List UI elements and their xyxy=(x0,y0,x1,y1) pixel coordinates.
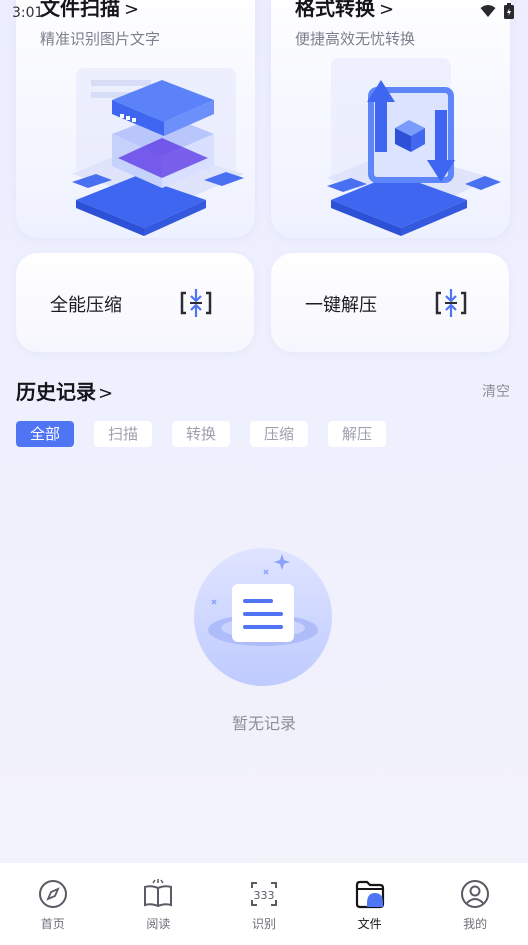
compass-icon xyxy=(38,880,67,908)
compress-icon xyxy=(180,289,212,317)
nav-label-home: 首页 xyxy=(40,917,65,931)
clear-button[interactable]: 清空 xyxy=(482,381,510,401)
battery-icon xyxy=(504,3,514,19)
status-bar: 3:01 xyxy=(0,0,528,24)
filter-tab-scan[interactable]: 扫描 xyxy=(94,421,152,447)
filter-tab-compress[interactable]: 压缩 xyxy=(250,421,308,447)
extract-label: 一键解压 xyxy=(305,295,377,316)
filter-tab-extract[interactable]: 解压 xyxy=(328,421,386,447)
extract-tool-card[interactable]: 一键解压 xyxy=(271,253,509,352)
filter-tabs: 全部 扫描 转换 压缩 解压 xyxy=(16,421,386,447)
profile-icon xyxy=(461,880,490,908)
nav-item-home[interactable]: 首页 xyxy=(0,863,106,945)
nav-item-recognize[interactable]: 333 识别 xyxy=(211,863,317,945)
nav-label-files: 文件 xyxy=(357,917,382,931)
scan-feature-card[interactable]: 文件扫描 > 精准识别图片文字 xyxy=(16,0,255,238)
empty-state-text: 暂无记录 xyxy=(231,714,296,733)
nav-item-profile[interactable]: 我的 xyxy=(422,863,528,945)
nav-label-recognize: 识别 xyxy=(251,917,276,931)
empty-document-icon xyxy=(194,548,332,686)
nav-item-files[interactable]: 文件 xyxy=(317,863,423,945)
status-time: 3:01 xyxy=(12,5,44,21)
convert-feature-card[interactable]: 格式转换 > 便捷高效无忧转换 xyxy=(271,0,510,238)
scan-illustration-icon xyxy=(72,68,244,236)
recognize-icon: 333 xyxy=(250,882,277,906)
scan-card-subtitle: 精准识别图片文字 xyxy=(40,30,161,48)
convert-illustration-icon xyxy=(327,58,501,236)
nav-label-profile: 我的 xyxy=(463,917,488,931)
status-icons xyxy=(480,3,514,19)
nav-item-read[interactable]: 阅读 xyxy=(106,863,212,945)
svg-text:333: 333 xyxy=(253,889,274,902)
nav-label-read: 阅读 xyxy=(146,917,171,931)
filter-tab-convert[interactable]: 转换 xyxy=(172,421,230,447)
book-icon xyxy=(144,879,173,908)
extract-icon xyxy=(435,289,467,317)
folder-icon xyxy=(355,880,384,909)
compress-label: 全能压缩 xyxy=(50,295,122,316)
filter-tab-all[interactable]: 全部 xyxy=(16,421,74,447)
convert-card-subtitle: 便捷高效无忧转换 xyxy=(295,30,416,48)
history-title[interactable]: 历史记录 > xyxy=(16,376,113,405)
bottom-nav: 首页 阅读 333 识别 文件 我的 xyxy=(0,863,528,945)
compress-tool-card[interactable]: 全能压缩 xyxy=(16,253,254,352)
wifi-icon xyxy=(480,5,496,17)
